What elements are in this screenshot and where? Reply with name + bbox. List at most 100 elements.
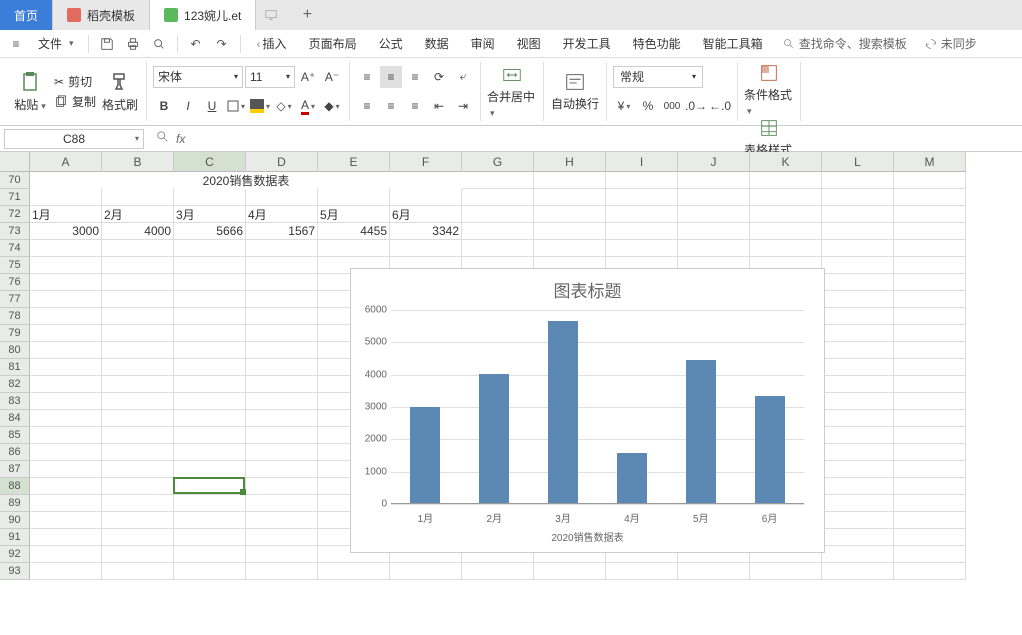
cell[interactable] [606,563,678,580]
paste-button[interactable]: 粘贴 [10,70,50,113]
cell[interactable] [246,376,318,393]
cell[interactable] [246,444,318,461]
cell[interactable] [822,512,894,529]
cell[interactable] [822,495,894,512]
cell[interactable] [102,325,174,342]
menu-view[interactable]: 视图 [507,30,551,58]
cell[interactable] [30,325,102,342]
cell[interactable] [30,291,102,308]
cell[interactable] [894,376,966,393]
tab-home[interactable]: 首页 [0,0,53,30]
cell[interactable] [822,478,894,495]
cut-button[interactable]: ✂ 剪切 [54,72,96,92]
print-icon[interactable] [121,32,145,56]
copy-button[interactable]: 复制 [54,92,96,112]
undo-icon[interactable]: ↶ [184,32,208,56]
cell[interactable] [102,427,174,444]
cell[interactable] [822,172,894,189]
border-button[interactable] [225,95,247,117]
cell[interactable] [318,172,390,189]
cell[interactable] [102,546,174,563]
cell[interactable] [30,172,102,189]
cell[interactable] [822,444,894,461]
cell[interactable] [462,172,534,189]
align-right-icon[interactable]: ≡ [404,95,426,117]
cell[interactable] [534,223,606,240]
cell[interactable] [318,189,390,206]
cell[interactable]: 5666 [174,223,246,240]
cell[interactable] [894,325,966,342]
select-all-corner[interactable] [0,152,30,172]
cell[interactable] [30,342,102,359]
cell[interactable] [30,563,102,580]
fx-icon[interactable]: fx [176,132,185,146]
row-header[interactable]: 82 [0,376,30,393]
cell[interactable] [462,206,534,223]
cell[interactable] [462,563,534,580]
cell[interactable] [102,257,174,274]
cell[interactable] [174,257,246,274]
bold-button[interactable]: B [153,95,175,117]
cell[interactable] [822,529,894,546]
menu-layout[interactable]: 页面布局 [299,30,367,58]
row-header[interactable]: 81 [0,359,30,376]
chart-bar[interactable] [479,374,509,503]
cell[interactable] [174,393,246,410]
row-header[interactable]: 70 [0,172,30,189]
cell[interactable] [750,563,822,580]
cell[interactable] [174,240,246,257]
decrease-decimal-icon[interactable]: ←.0 [709,95,731,117]
cell[interactable] [318,563,390,580]
column-header[interactable]: C [174,152,246,172]
cell[interactable] [246,478,318,495]
cell[interactable] [678,189,750,206]
cell[interactable] [30,393,102,410]
preview-icon[interactable] [147,32,171,56]
cell[interactable] [174,478,246,495]
file-menu[interactable]: 文件 [30,35,82,52]
row-header[interactable]: 85 [0,427,30,444]
wrap-text-button[interactable]: 自动换行 [550,71,600,112]
menu-smart[interactable]: 智能工具箱 [693,30,773,58]
embedded-chart[interactable]: 图表标题 0100020003000400050006000 1月2月3月4月5… [350,268,825,553]
column-header[interactable]: H [534,152,606,172]
app-menu-icon[interactable]: ≡ [4,32,28,56]
cell[interactable] [750,206,822,223]
cell[interactable] [246,512,318,529]
cell[interactable] [102,410,174,427]
row-header[interactable]: 86 [0,444,30,461]
cell[interactable] [246,393,318,410]
cell[interactable] [102,376,174,393]
cell[interactable] [30,546,102,563]
row-header[interactable]: 92 [0,546,30,563]
cell[interactable]: 4月 [246,206,318,223]
cell[interactable] [246,274,318,291]
cell[interactable] [822,427,894,444]
cell[interactable] [894,223,966,240]
cell[interactable] [678,240,750,257]
cell[interactable] [30,376,102,393]
cell[interactable] [894,427,966,444]
cell[interactable] [894,512,966,529]
chart-bar[interactable] [755,396,785,504]
cell[interactable] [822,325,894,342]
cell[interactable] [102,308,174,325]
cell[interactable] [30,427,102,444]
cell[interactable] [30,478,102,495]
cell[interactable] [102,563,174,580]
cell[interactable] [30,461,102,478]
highlight-button[interactable]: ◆ [321,95,343,117]
cell[interactable] [246,563,318,580]
cell[interactable] [30,495,102,512]
row-header[interactable]: 83 [0,393,30,410]
cell[interactable] [822,257,894,274]
italic-button[interactable]: I [177,95,199,117]
align-top-icon[interactable]: ≡ [356,66,378,88]
row-header[interactable]: 91 [0,529,30,546]
cell[interactable] [606,206,678,223]
row-header[interactable]: 79 [0,325,30,342]
increase-font-icon[interactable]: A⁺ [297,66,319,88]
cell[interactable] [822,189,894,206]
cell[interactable] [462,189,534,206]
cell[interactable] [174,512,246,529]
